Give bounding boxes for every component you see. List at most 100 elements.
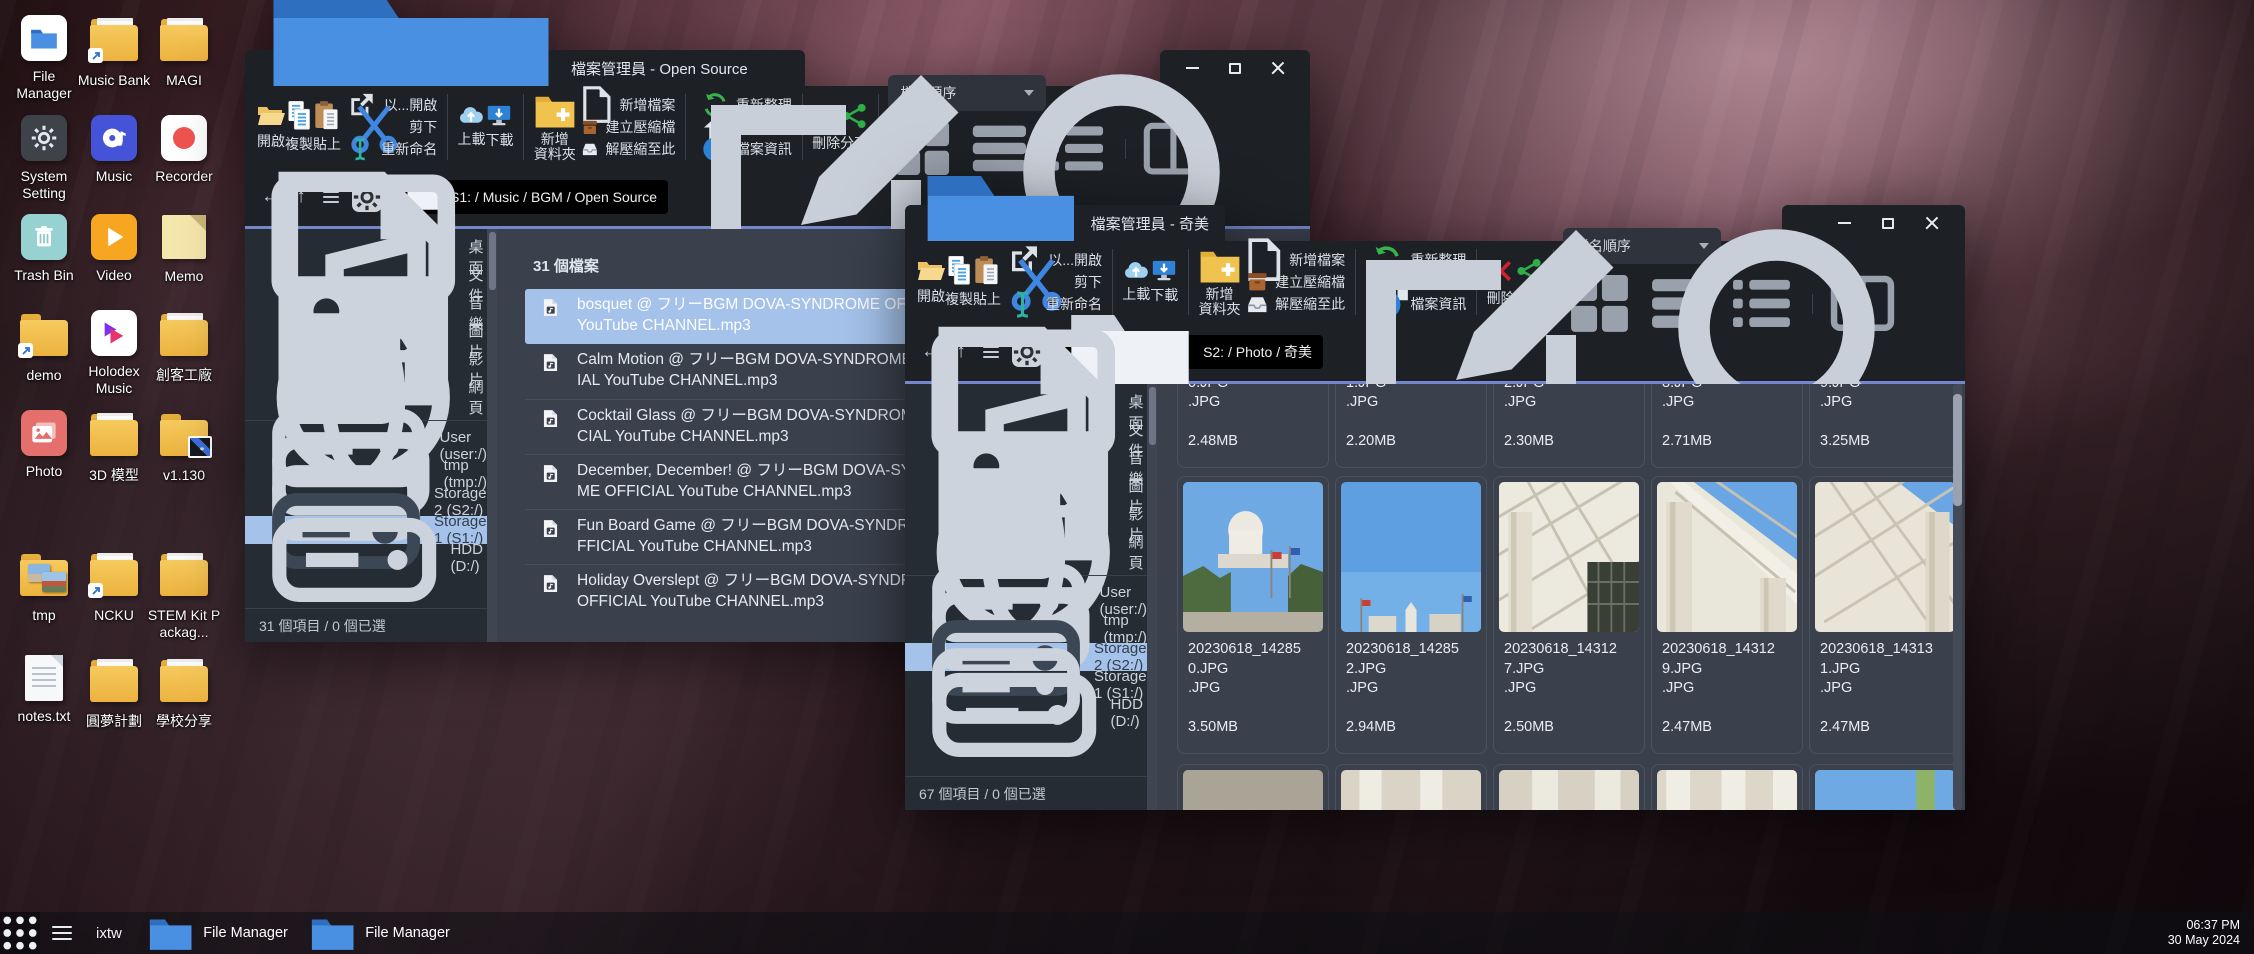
status-bar: 67 個項目 / 0 個已選 (905, 776, 1147, 810)
upload-button[interactable]: 上載 (1122, 260, 1150, 304)
folder-icon (90, 660, 138, 702)
photo-cell[interactable]: 8.JPG.JPG 2.71MB (1651, 384, 1803, 468)
desktop-icon-magi[interactable]: MAGI (146, 14, 222, 89)
clock-date: 30 May 2024 (2168, 933, 2240, 948)
desktop-icon-memo[interactable]: Memo (146, 213, 222, 285)
folder-shortcut-icon (90, 554, 138, 596)
photo-cell[interactable]: 20230618_142852.JPG.JPG 2.94MB (1335, 476, 1487, 754)
photo-cell[interactable] (1651, 764, 1803, 810)
desktop-icon-notes-txt[interactable]: notes.txt (6, 655, 82, 725)
photo-thumbnail (1657, 482, 1797, 632)
photo-cell[interactable] (1493, 764, 1645, 810)
audio-file-icon (543, 298, 558, 317)
desktop-icon-demo[interactable]: demo (6, 309, 82, 384)
desktop-icon-v1130[interactable]: v1.130 (146, 409, 222, 484)
paste-button[interactable]: 貼上 (313, 100, 341, 155)
open-button[interactable]: 開啟 (257, 104, 285, 151)
photo-cell[interactable] (1809, 764, 1961, 810)
folder-photos-icon (20, 554, 68, 596)
folder-icon (160, 660, 208, 702)
photo-cell[interactable]: 2.JPG.JPG 2.30MB (1493, 384, 1645, 468)
create-archive-button[interactable]: 建立壓縮檔 (1247, 273, 1346, 291)
drives-list: User (user:/) tmp (tmp:/) Storage 2 (S2:… (245, 432, 487, 572)
desktop-icon-ncku[interactable]: NCKU (76, 549, 152, 624)
extract-here-button[interactable]: 解壓縮至此 (1247, 295, 1346, 313)
folder-icon (160, 314, 208, 356)
photo-thumbnail (1815, 482, 1955, 632)
desktop-icon-label: Trash Bin (6, 267, 82, 284)
desktop-icon-label: tmp (6, 607, 82, 624)
photo-cell[interactable]: 0.JPG.JPG 2.48MB (1177, 384, 1329, 468)
sticky-note-icon (162, 215, 206, 259)
audio-file-icon (543, 464, 558, 483)
file-manager-icon (21, 15, 67, 61)
desktop-icon-3d-models[interactable]: 3D 模型 (76, 409, 152, 484)
photo-cell[interactable]: 20230618_143131.JPG.JPG 2.47MB (1809, 476, 1961, 754)
music-disc-icon (91, 115, 137, 161)
file-manager-window-chimei: 檔案管理員 - 奇美 開啟 複製 貼上 以...開啟 剪下 重新命名 上載 下載… (905, 205, 1965, 810)
photo-cell[interactable]: 9.JPG.JPG 3.25MB (1809, 384, 1961, 468)
desktop-icon-maker-factory[interactable]: 創客工廠 (146, 309, 222, 384)
desktop-icon-school-share[interactable]: 學校分享 (146, 655, 222, 730)
task-button-file-manager-1[interactable]: File Manager (148, 914, 288, 952)
desktop-icon-dream-plan[interactable]: 圓夢計劃 (76, 655, 152, 730)
photo-cell[interactable]: 1.JPG.JPG 2.20MB (1335, 384, 1487, 468)
desktop-icon-tmp[interactable]: tmp (6, 549, 82, 624)
new-file-button[interactable]: 新增檔案 (1247, 251, 1346, 269)
new-file-button[interactable]: 新增檔案 (582, 96, 676, 114)
sidebar-scrollbar[interactable] (1147, 384, 1157, 810)
desktop-icon-recorder[interactable]: Recorder (146, 114, 222, 185)
taskbar-clock[interactable]: 06:37 PM 30 May 2024 (2168, 918, 2254, 948)
photo-thumbnail (1183, 482, 1323, 632)
sidebar-scrollbar[interactable] (487, 229, 497, 642)
desktop-icon-label: MAGI (146, 72, 222, 89)
desktop-icon-stem-kit[interactable]: STEM Kit Packag... (146, 549, 222, 641)
folder-shortcut-icon (20, 314, 68, 356)
desktop-icon-video[interactable]: Video (76, 213, 152, 284)
copy-icon (285, 100, 313, 132)
sidebar-item-hdd-drive[interactable]: HDD (D:/) (245, 544, 487, 572)
open-button[interactable]: 開啟 (917, 259, 945, 306)
photo-cell[interactable]: 20230618_143129.JPG.JPG 2.47MB (1651, 476, 1803, 754)
photo-cell[interactable] (1177, 764, 1329, 810)
rename-icon (347, 136, 373, 162)
folder-icon (160, 19, 208, 61)
desktop-icon-label: 學校分享 (146, 713, 222, 730)
new-folder-button[interactable]: 新增資料夾 (1199, 247, 1241, 317)
photo-cell[interactable]: 20230618_142850.JPG.JPG 3.50MB (1177, 476, 1329, 754)
desktop-icon-holodex-music[interactable]: Holodex Music (76, 309, 152, 397)
download-button[interactable]: 下載 (485, 104, 513, 150)
audio-file-icon (543, 519, 558, 538)
extract-here-button[interactable]: 解壓縮至此 (582, 140, 676, 158)
app-launcher-button[interactable] (0, 912, 40, 954)
cut-button[interactable]: 剪下 (347, 118, 437, 136)
photo-cell[interactable]: 20230618_143127.JPG.JPG 2.50MB (1493, 476, 1645, 754)
rename-button[interactable]: 重新命名 (347, 140, 437, 158)
titlebar-tab[interactable]: 檔案管理員 - 奇美 (905, 205, 1225, 241)
gear-icon (21, 115, 67, 161)
copy-button[interactable]: 複製 (285, 100, 313, 155)
clock-time: 06:37 PM (2168, 918, 2240, 933)
grid-scrollbar-thumb[interactable] (1953, 394, 1962, 506)
new-folder-icon (1199, 247, 1241, 284)
file-count-header: 31 個檔案 (533, 255, 599, 276)
copy-button[interactable]: 複製 (945, 255, 973, 310)
taskbar-menu-button[interactable] (52, 926, 72, 941)
upload-button[interactable]: 上載 (457, 105, 485, 149)
desktop-icon-trash-bin[interactable]: Trash Bin (6, 213, 82, 284)
paste-icon (313, 100, 341, 132)
paste-button[interactable]: 貼上 (973, 255, 1001, 310)
desktop-icon-label: Music Bank (76, 72, 152, 89)
desktop-icon-file-manager[interactable]: File Manager (6, 14, 82, 102)
sidebar-item-hdd-drive[interactable]: HDD (D:/) (905, 699, 1147, 727)
task-button-file-manager-2[interactable]: File Manager (310, 914, 450, 952)
desktop-icon-photo[interactable]: Photo (6, 409, 82, 480)
desktop-icon-system-setting[interactable]: System Setting (6, 114, 82, 202)
photo-cell[interactable] (1335, 764, 1487, 810)
new-folder-button[interactable]: 新增資料夾 (534, 92, 576, 162)
desktop-icon-music[interactable]: Music (76, 114, 152, 185)
desktop-icon-music-bank[interactable]: Music Bank (76, 14, 152, 89)
status-bar: 31 個項目 / 0 個已選 (245, 608, 487, 642)
create-archive-button[interactable]: 建立壓縮檔 (582, 118, 676, 136)
path-text: S2: / Photo / 奇美 (1203, 342, 1312, 362)
